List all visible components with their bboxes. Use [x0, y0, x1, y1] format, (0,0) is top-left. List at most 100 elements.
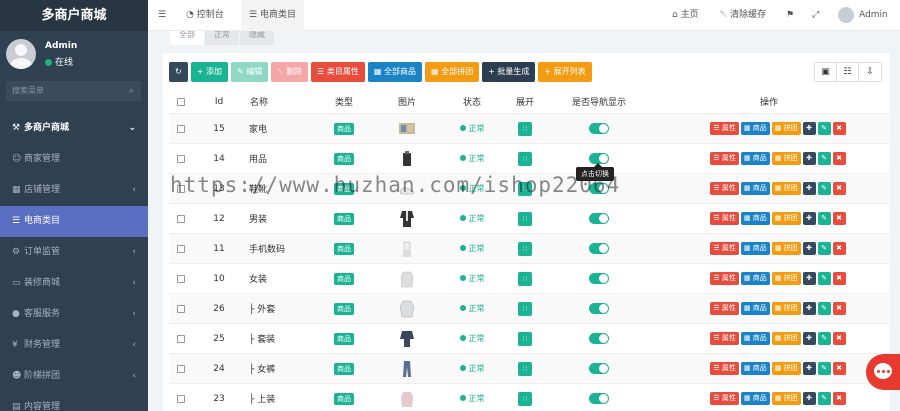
move-icon[interactable]: ✚ — [802, 392, 816, 405]
avatar[interactable] — [6, 39, 36, 69]
nav-display-toggle[interactable] — [589, 333, 609, 344]
cell-image[interactable] — [397, 204, 417, 233]
tab-dashboard[interactable]: ◔ 控制台 — [186, 0, 224, 31]
clear-cache-button[interactable]: ␡ 清除缓存 — [720, 0, 766, 31]
cell-image[interactable] — [397, 324, 417, 353]
row-group-button[interactable]: ▦ 拼团 — [771, 152, 801, 165]
tab-categories[interactable]: ☰ 电商类目 — [241, 0, 304, 31]
move-icon[interactable]: ✚ — [802, 182, 816, 195]
row-checkbox[interactable] — [173, 354, 189, 383]
move-icon[interactable]: ✚ — [802, 332, 816, 345]
category-thumbnail[interactable] — [398, 389, 416, 409]
edit-icon[interactable]: ✎ — [817, 212, 831, 225]
move-icon[interactable]: ✚ — [802, 302, 816, 315]
expand-icon[interactable]: ∷ — [518, 361, 532, 376]
delete-icon[interactable]: ✖ — [832, 332, 846, 345]
fullscreen-icon[interactable]: ⤢ — [812, 0, 819, 31]
home-link[interactable]: ⌂ 主页 — [672, 0, 699, 31]
row-group-button[interactable]: ▦ 拼团 — [771, 392, 801, 405]
edit-icon[interactable]: ✎ — [817, 242, 831, 255]
move-icon[interactable]: ✚ — [802, 362, 816, 375]
row-group-button[interactable]: ▦ 拼团 — [771, 182, 801, 195]
edit-button[interactable]: ✎ 编辑 — [230, 62, 269, 82]
row-checkbox[interactable] — [173, 264, 189, 293]
row-group-button[interactable]: ▦ 拼团 — [771, 122, 801, 135]
row-group-button[interactable]: ▦ 拼团 — [771, 242, 801, 255]
row-product-button[interactable]: ▦ 商品 — [740, 272, 770, 285]
language-icon[interactable]: ⚑ — [786, 0, 794, 31]
cell-image[interactable] — [397, 384, 417, 411]
row-checkbox[interactable] — [173, 114, 189, 143]
edit-icon[interactable]: ✎ — [817, 392, 831, 405]
menu-toggle-icon[interactable]: ☰ — [158, 0, 166, 31]
nav-display-toggle[interactable] — [589, 363, 609, 374]
row-checkbox[interactable] — [173, 144, 189, 173]
row-product-button[interactable]: ▦ 商品 — [740, 392, 770, 405]
sidebar-item-decoration[interactable]: ▭ 装修商城 ‹ — [0, 268, 148, 299]
nav-display-toggle[interactable] — [589, 123, 609, 134]
tab-normal[interactable]: 正常 — [205, 31, 239, 45]
nav-display-toggle[interactable] — [589, 273, 609, 284]
expand-icon[interactable]: ∷ — [518, 151, 532, 166]
row-group-button[interactable]: ▦ 拼团 — [771, 272, 801, 285]
delete-icon[interactable]: ✖ — [832, 182, 846, 195]
row-group-button[interactable]: ▦ 拼团 — [771, 302, 801, 315]
category-thumbnail[interactable] — [398, 119, 416, 139]
expand-icon[interactable]: ∷ — [518, 301, 532, 316]
edit-icon[interactable]: ✎ — [817, 272, 831, 285]
edit-icon[interactable]: ✎ — [817, 182, 831, 195]
move-icon[interactable]: ✚ — [802, 152, 816, 165]
row-attr-button[interactable]: ☰ 属性 — [710, 212, 739, 225]
expand-all-button[interactable]: + 展开列表 — [538, 62, 592, 82]
move-icon[interactable]: ✚ — [802, 242, 816, 255]
sidebar-item-merchants[interactable]: ☺ 商家管理 — [0, 144, 148, 175]
row-product-button[interactable]: ▦ 商品 — [740, 362, 770, 375]
category-thumbnail[interactable] — [398, 329, 416, 349]
expand-icon[interactable]: ∷ — [518, 391, 532, 406]
row-attr-button[interactable]: ☰ 属性 — [710, 182, 739, 195]
row-product-button[interactable]: ▦ 商品 — [740, 182, 770, 195]
category-thumbnail[interactable] — [398, 299, 416, 319]
cell-image[interactable] — [397, 264, 417, 293]
refresh-button[interactable]: ↻ — [169, 62, 188, 82]
row-checkbox[interactable] — [173, 384, 189, 411]
nav-display-toggle[interactable] — [589, 213, 609, 224]
edit-icon[interactable]: ✎ — [817, 302, 831, 315]
row-group-button[interactable]: ▦ 拼团 — [771, 362, 801, 375]
row-checkbox[interactable] — [173, 234, 189, 263]
row-attr-button[interactable]: ☰ 属性 — [710, 392, 739, 405]
row-group-button[interactable]: ▦ 拼团 — [771, 212, 801, 225]
row-group-button[interactable]: ▦ 拼团 — [771, 332, 801, 345]
sidebar-item-stores[interactable]: ▦ 店铺管理 ‹ — [0, 175, 148, 206]
row-product-button[interactable]: ▦ 商品 — [740, 332, 770, 345]
row-checkbox[interactable] — [173, 294, 189, 323]
category-attr-button[interactable]: ☰ 类目属性 — [311, 62, 365, 82]
category-thumbnail[interactable] — [398, 239, 416, 259]
all-group-button[interactable]: ▦ 全部拼团 — [424, 62, 480, 82]
row-checkbox[interactable] — [173, 324, 189, 353]
row-attr-button[interactable]: ☰ 属性 — [710, 152, 739, 165]
row-checkbox[interactable] — [173, 204, 189, 233]
delete-icon[interactable]: ✖ — [832, 392, 846, 405]
row-product-button[interactable]: ▦ 商品 — [740, 212, 770, 225]
columns-icon[interactable]: ☷ — [837, 63, 859, 81]
header-id[interactable]: Id — [199, 90, 239, 113]
delete-button[interactable]: ␡ 删除 — [271, 62, 309, 82]
row-product-button[interactable]: ▦ 商品 — [740, 122, 770, 135]
chat-button[interactable] — [866, 354, 900, 390]
export-icon[interactable]: ⇩ — [859, 63, 881, 81]
delete-icon[interactable]: ✖ — [832, 302, 846, 315]
nav-display-toggle[interactable] — [589, 393, 609, 404]
expand-icon[interactable]: ∷ — [518, 271, 532, 286]
select-all-checkbox[interactable] — [173, 90, 189, 113]
row-product-button[interactable]: ▦ 商品 — [740, 242, 770, 255]
move-icon[interactable]: ✚ — [802, 122, 816, 135]
edit-icon[interactable]: ✎ — [817, 362, 831, 375]
delete-icon[interactable]: ✖ — [832, 242, 846, 255]
batch-generate-button[interactable]: + 批量生成 — [482, 62, 536, 82]
row-attr-button[interactable]: ☰ 属性 — [710, 332, 739, 345]
search-icon[interactable]: ⌕ — [129, 81, 134, 101]
row-attr-button[interactable]: ☰ 属性 — [710, 122, 739, 135]
delete-icon[interactable]: ✖ — [832, 362, 846, 375]
delete-icon[interactable]: ✖ — [832, 152, 846, 165]
